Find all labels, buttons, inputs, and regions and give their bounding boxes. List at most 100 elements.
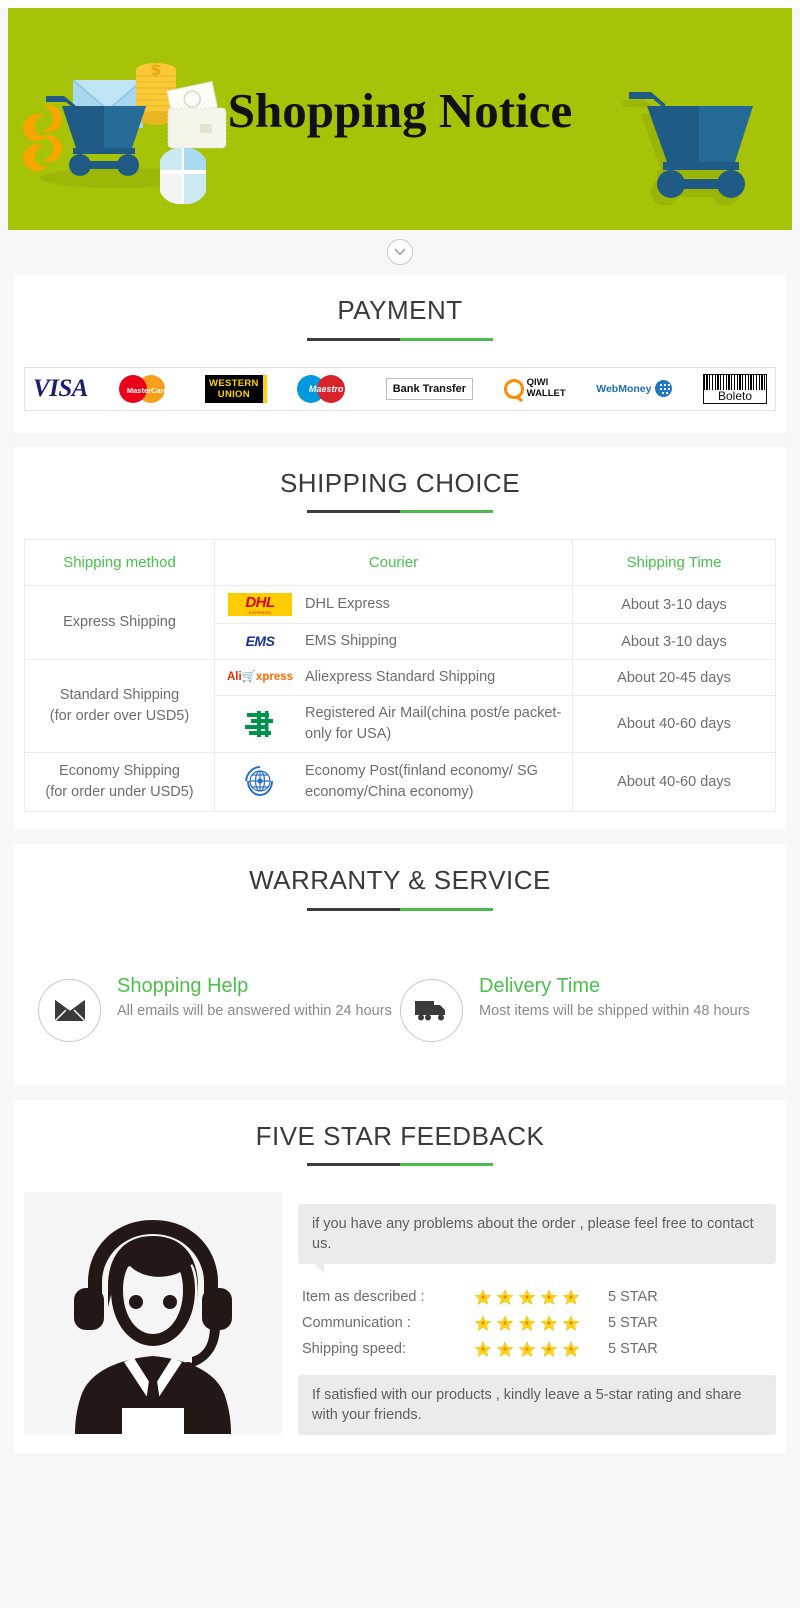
cell-method-express: Express Shipping xyxy=(24,585,215,661)
list-item: Item as described : 5 STAR xyxy=(302,1288,776,1306)
cell-time: About 40-60 days xyxy=(572,752,776,813)
maestro-label: Maestro xyxy=(308,383,344,394)
aliexpress-logo: Ali🛒xpress xyxy=(226,670,294,683)
warranty-item-delivery-time: Delivery Time Most items will be shipped… xyxy=(400,973,762,1042)
cell-courier: DHL EXPRESS DHL Express xyxy=(214,585,573,625)
cell-time: About 20-45 days xyxy=(572,659,776,697)
shipping-table-body: Express Shipping DHL EXPRESS DHL Express … xyxy=(24,585,776,813)
rating-value: 5 STAR xyxy=(608,1314,658,1331)
barcode-icon xyxy=(703,374,766,390)
rating-value: 5 STAR xyxy=(608,1340,658,1357)
shipping-table: Shipping method Courier Shipping Time Ex… xyxy=(24,539,776,813)
warranty-item-title: Shopping Help xyxy=(117,974,249,997)
header-shipping-time: Shipping Time xyxy=(572,539,776,587)
payment-method-maestro: Maestro xyxy=(297,372,355,406)
section-rule xyxy=(307,337,493,341)
feedback-details: if you have any problems about the order… xyxy=(298,1192,776,1436)
payment-method-boleto: Boleto xyxy=(702,372,767,406)
customer-service-agent-icon xyxy=(24,1192,282,1435)
warranty-section-title: WARRANTY & SERVICE xyxy=(249,865,551,896)
header-courier: Courier xyxy=(214,539,573,587)
qiwi-line1: QIWI xyxy=(526,377,549,389)
section-rule xyxy=(307,510,493,514)
table-row: Economy Shipping (for order under USD5) xyxy=(24,752,776,813)
warranty-item-shopping-help: Shopping Help All emails will be answere… xyxy=(38,973,400,1042)
scroll-down-button[interactable] xyxy=(387,239,413,265)
payment-method-western-union: WESTERN UNION xyxy=(205,372,267,406)
un-logo xyxy=(227,765,293,799)
cell-time: About 40-60 days xyxy=(572,695,776,754)
western-union-logo: WESTERN UNION xyxy=(205,374,267,403)
bank-transfer-logo: Bank Transfer xyxy=(385,377,474,400)
shipping-table-head: Shipping method Courier Shipping Time xyxy=(24,539,776,587)
cell-time: About 3-10 days xyxy=(572,585,776,625)
warranty-item-desc: Most items will be shipped within 48 hou… xyxy=(479,1002,750,1019)
courier-name: Aliexpress Standard Shipping xyxy=(305,669,496,686)
table-row: Standard Shipping (for order over USD5) … xyxy=(24,659,776,754)
maestro-logo: Maestro xyxy=(297,373,355,405)
star-rating-icon xyxy=(474,1314,594,1332)
cell-courier: Economy Post(finland economy/ SG economy… xyxy=(214,752,573,813)
table-header-row: Shipping method Courier Shipping Time xyxy=(24,539,776,587)
qiwi-line2: WALLET xyxy=(526,387,566,399)
china-post-logo xyxy=(227,709,293,739)
method-name: Economy Shipping xyxy=(59,763,180,780)
ems-logo: EMS xyxy=(245,632,275,649)
method-note: (for order over USD5) xyxy=(49,708,190,725)
warranty-item-desc: All emails will be answered within 24 ho… xyxy=(117,1002,392,1019)
warranty-items: Shopping Help All emails will be answere… xyxy=(14,973,786,1042)
payment-method-qiwi: QIWI WALLET xyxy=(503,372,566,406)
china-post-icon xyxy=(245,711,273,738)
feedback-bubble-top: if you have any problems about the order… xyxy=(298,1204,776,1274)
svg-text:$: $ xyxy=(150,60,161,79)
payment-method-bank-transfer: Bank Transfer xyxy=(385,372,474,406)
payment-method-visa: VISA xyxy=(33,372,88,406)
shopping-notice-page: $ Shopping Notice PAYMENT VISA MasterCar… xyxy=(0,8,800,1608)
cell-courier: Registered Air Mail(china post/e packet-… xyxy=(214,695,573,754)
truck-icon xyxy=(400,978,463,1042)
method-name: Express Shipping xyxy=(63,614,176,631)
payment-section: PAYMENT VISA MasterCard WESTERN UNION Ma… xyxy=(14,274,786,433)
webmoney-logo: WebMoney xyxy=(596,380,673,398)
payment-method-mastercard: MasterCard xyxy=(118,372,175,406)
table-row: Express Shipping DHL EXPRESS DHL Express … xyxy=(24,585,776,661)
page-banner: $ Shopping Notice xyxy=(8,8,792,230)
payment-method-webmoney: WebMoney xyxy=(596,372,673,406)
rating-value: 5 STAR xyxy=(608,1288,658,1305)
rating-list: Item as described : 5 STAR Communication… xyxy=(302,1288,776,1358)
section-rule xyxy=(307,1163,493,1167)
courier-name: Registered Air Mail(china post/e packet-… xyxy=(305,705,562,743)
cell-courier: EMS EMS Shipping xyxy=(214,623,573,661)
qiwi-q-icon xyxy=(503,378,524,399)
courier-name: DHL Express xyxy=(305,596,390,613)
list-item: Communication : 5 STAR xyxy=(302,1314,776,1332)
envelope-icon xyxy=(38,978,101,1042)
feedback-section-title: FIVE STAR FEEDBACK xyxy=(255,1120,545,1151)
shopping-cart-icon xyxy=(623,92,753,205)
courier-name: Economy Post(finland economy/ SG economy… xyxy=(305,763,538,801)
star-rating-icon xyxy=(474,1288,594,1306)
section-rule xyxy=(307,907,493,911)
feedback-section: FIVE STAR FEEDBACK if you have any probl… xyxy=(14,1099,786,1454)
mastercard-logo: MasterCard xyxy=(118,372,175,406)
qiwi-wallet-logo: QIWI WALLET xyxy=(503,377,566,399)
warranty-section: WARRANTY & SERVICE Shopping Help All ema… xyxy=(14,844,786,1086)
list-item: Shipping speed: 5 STAR xyxy=(302,1340,776,1358)
mastercard-label: MasterCard xyxy=(126,385,169,395)
boleto-label: Boleto xyxy=(717,388,752,403)
boleto-logo: Boleto xyxy=(702,373,767,404)
dhl-logo: DHL EXPRESS xyxy=(227,593,293,617)
cell-courier: Ali🛒xpress Aliexpress Standard Shipping xyxy=(214,659,573,697)
shipping-section: SHIPPING CHOICE Shipping method Courier … xyxy=(14,446,786,831)
method-note: (for order under USD5) xyxy=(45,784,194,801)
united-nations-icon xyxy=(245,766,273,797)
warranty-item-title: Delivery Time xyxy=(479,974,601,997)
webmoney-label: WebMoney xyxy=(596,382,652,395)
wu-line1: WESTERN xyxy=(209,377,259,389)
payment-methods-strip: VISA MasterCard WESTERN UNION Maestro Ba… xyxy=(24,366,776,411)
visa-logo: VISA xyxy=(33,374,88,402)
section-divider xyxy=(0,230,800,274)
cell-time: About 3-10 days xyxy=(572,623,776,661)
wu-line2: UNION xyxy=(217,388,250,400)
payment-section-title: PAYMENT xyxy=(337,295,463,325)
